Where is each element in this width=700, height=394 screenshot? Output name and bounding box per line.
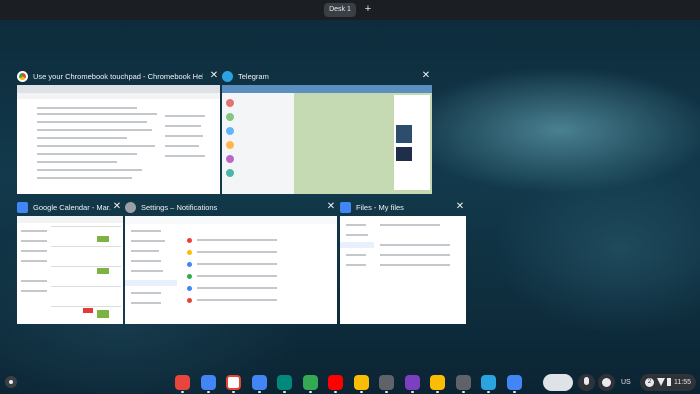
window-settings[interactable]: Settings – Notifications ✕ bbox=[125, 201, 337, 324]
window-chromebook-help[interactable]: Use your Chromebook touchpad - Chromeboo… bbox=[17, 70, 220, 194]
battery-icon bbox=[667, 378, 671, 386]
new-desk-button[interactable]: + bbox=[361, 1, 375, 17]
wifi-icon bbox=[657, 378, 665, 386]
camera-icon[interactable] bbox=[379, 375, 394, 390]
clock-time: 11:55 bbox=[674, 379, 691, 386]
window-title: Use your Chromebook touchpad - Chromeboo… bbox=[33, 72, 203, 81]
window-files[interactable]: Files - My files ✕ bbox=[340, 201, 466, 324]
screen-capture-button[interactable] bbox=[598, 374, 615, 391]
window-thumbnail bbox=[17, 85, 220, 194]
window-telegram[interactable]: Telegram ✕ bbox=[222, 70, 432, 194]
window-thumbnail bbox=[125, 216, 337, 324]
calendar-icon[interactable] bbox=[507, 375, 522, 390]
running-indicator bbox=[385, 391, 388, 393]
window-title: Settings – Notifications bbox=[141, 203, 218, 212]
youtube-icon[interactable] bbox=[328, 375, 343, 390]
photos-icon[interactable] bbox=[354, 375, 369, 390]
running-indicator bbox=[487, 391, 490, 393]
close-icon[interactable]: ✕ bbox=[454, 201, 466, 213]
window-header: Settings – Notifications ✕ bbox=[125, 201, 337, 215]
running-indicator bbox=[411, 391, 414, 393]
window-header: Files - My files ✕ bbox=[340, 201, 466, 215]
phone-hub-pill[interactable] bbox=[543, 374, 573, 391]
docs-icon[interactable] bbox=[201, 375, 216, 390]
running-indicator bbox=[283, 391, 286, 393]
settings-icon bbox=[125, 202, 136, 213]
close-icon[interactable]: ✕ bbox=[111, 201, 123, 213]
shelf: US 2 11:55 bbox=[0, 371, 700, 394]
close-icon[interactable]: ✕ bbox=[420, 70, 432, 82]
gmail-icon[interactable] bbox=[226, 375, 241, 390]
window-thumbnail bbox=[340, 216, 466, 324]
telegram-icon bbox=[222, 71, 233, 82]
files-icon[interactable] bbox=[252, 375, 267, 390]
meet-icon[interactable] bbox=[277, 375, 292, 390]
launcher-button[interactable] bbox=[5, 376, 17, 388]
play-store-icon[interactable] bbox=[303, 375, 318, 390]
desk-1-button[interactable]: Desk 1 bbox=[324, 3, 356, 17]
running-indicator bbox=[462, 391, 465, 393]
window-header: Google Calendar - Mar... ✕ bbox=[17, 201, 123, 215]
microphone-button[interactable] bbox=[578, 374, 595, 391]
keep-icon[interactable] bbox=[430, 375, 445, 390]
chrome-icon[interactable] bbox=[175, 375, 190, 390]
window-title: Files - My files bbox=[356, 203, 404, 212]
microphone-icon bbox=[584, 377, 589, 385]
window-header: Use your Chromebook touchpad - Chromeboo… bbox=[17, 70, 220, 84]
window-thumbnail bbox=[222, 85, 432, 194]
close-icon[interactable]: ✕ bbox=[325, 201, 337, 213]
running-indicator bbox=[232, 391, 235, 393]
running-indicator bbox=[436, 391, 439, 393]
desks-bar: Desk 1 + bbox=[0, 0, 700, 20]
running-indicator bbox=[513, 391, 516, 393]
running-indicator bbox=[360, 391, 363, 393]
running-indicator bbox=[181, 391, 184, 393]
window-header: Telegram ✕ bbox=[222, 70, 432, 84]
running-indicator bbox=[334, 391, 337, 393]
window-thumbnail bbox=[17, 216, 123, 324]
status-area[interactable]: 2 11:55 bbox=[640, 374, 696, 391]
notification-count-badge: 2 bbox=[645, 378, 654, 387]
window-title: Google Calendar - Mar... bbox=[33, 203, 111, 212]
window-title: Telegram bbox=[238, 72, 269, 81]
files-icon bbox=[340, 202, 351, 213]
keyboard-layout-label[interactable]: US bbox=[621, 374, 631, 391]
running-indicator bbox=[309, 391, 312, 393]
running-indicator bbox=[258, 391, 261, 393]
close-icon[interactable]: ✕ bbox=[208, 70, 220, 82]
capture-icon bbox=[602, 378, 611, 387]
chrome-icon bbox=[17, 71, 28, 82]
window-google-calendar[interactable]: Google Calendar - Mar... ✕ bbox=[17, 201, 123, 324]
calendar-icon bbox=[17, 202, 28, 213]
settings-icon[interactable] bbox=[456, 375, 471, 390]
onenote-icon[interactable] bbox=[405, 375, 420, 390]
telegram-icon[interactable] bbox=[481, 375, 496, 390]
running-indicator bbox=[207, 391, 210, 393]
